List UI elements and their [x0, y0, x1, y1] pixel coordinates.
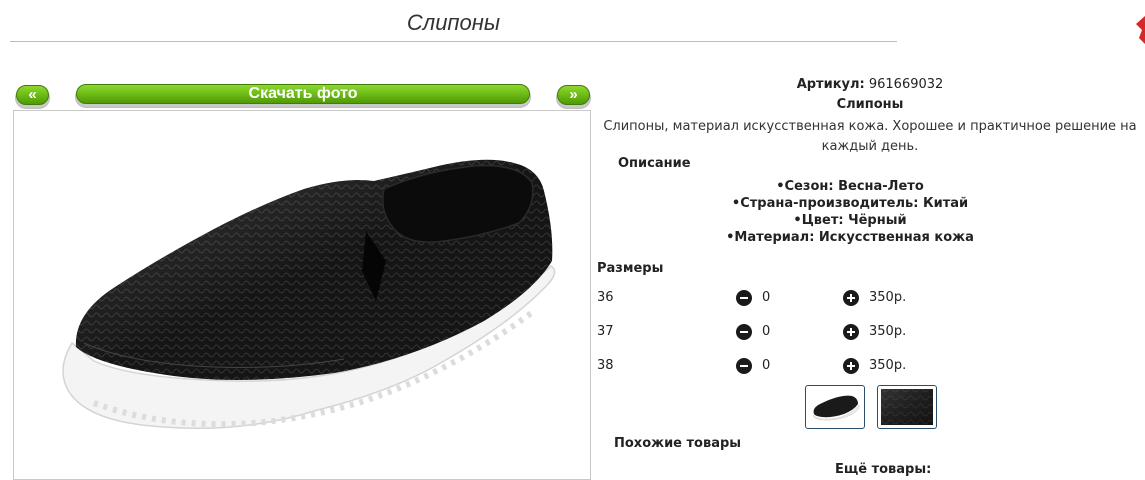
sku-label: Артикул:: [796, 77, 865, 92]
size-row: 37 0 350р.: [597, 324, 917, 342]
price-value: 350р.: [869, 290, 907, 305]
similar-products-heading: Похожие товары: [614, 436, 742, 451]
product-photo[interactable]: [13, 110, 591, 480]
price-value: 350р.: [869, 324, 907, 339]
sizes-heading: Размеры: [597, 261, 664, 276]
minus-circle-icon[interactable]: [736, 290, 752, 306]
thumbnail-texture-closeup[interactable]: [877, 385, 937, 429]
size-value: 38: [597, 358, 614, 373]
plus-circle-icon[interactable]: [843, 324, 859, 340]
quantity-value: 0: [762, 358, 771, 373]
quantity-value: 0: [762, 290, 771, 305]
description-heading: Описание: [618, 156, 691, 171]
minus-circle-icon[interactable]: [736, 324, 752, 340]
prev-photo-button[interactable]: «: [16, 85, 49, 105]
corner-badge-icon: [1136, 16, 1145, 44]
minus-circle-icon[interactable]: [736, 358, 752, 374]
size-row: 38 0 350р.: [597, 358, 917, 376]
price-value: 350р.: [869, 358, 907, 373]
size-row: 36 0 350р.: [597, 290, 917, 308]
shoe-thumbnail-icon: [812, 395, 860, 421]
size-value: 36: [597, 290, 614, 305]
sku-value: 961669032: [868, 77, 944, 92]
sku-line: Артикул: 961669032: [600, 77, 1140, 92]
spec-item: Цвет: Чёрный: [600, 212, 1100, 229]
product-description: Слипоны, материал искусственная кожа. Хо…: [603, 119, 1137, 154]
thumbnail-side-view[interactable]: [805, 385, 865, 429]
product-name: Слипоны: [836, 97, 904, 112]
spec-item: Материал: Искусственная кожа: [600, 229, 1100, 246]
next-photo-button[interactable]: »: [557, 85, 590, 105]
spec-list: Сезон: Весна-Лето Страна-производитель: …: [600, 178, 1100, 246]
texture-thumbnail-icon: [881, 389, 933, 425]
plus-circle-icon[interactable]: [843, 290, 859, 306]
spec-item: Страна-производитель: Китай: [600, 195, 1100, 212]
quantity-value: 0: [762, 324, 771, 339]
plus-circle-icon[interactable]: [843, 358, 859, 374]
spec-item: Сезон: Весна-Лето: [600, 178, 1100, 195]
more-products-heading: Ещё товары:: [835, 462, 932, 477]
page-title: Слипоны: [406, 10, 501, 35]
size-value: 37: [597, 324, 614, 339]
title-divider: [10, 41, 897, 42]
slip-on-shoe-image: [62, 159, 556, 430]
download-photo-button[interactable]: Скачать фото: [76, 84, 530, 104]
